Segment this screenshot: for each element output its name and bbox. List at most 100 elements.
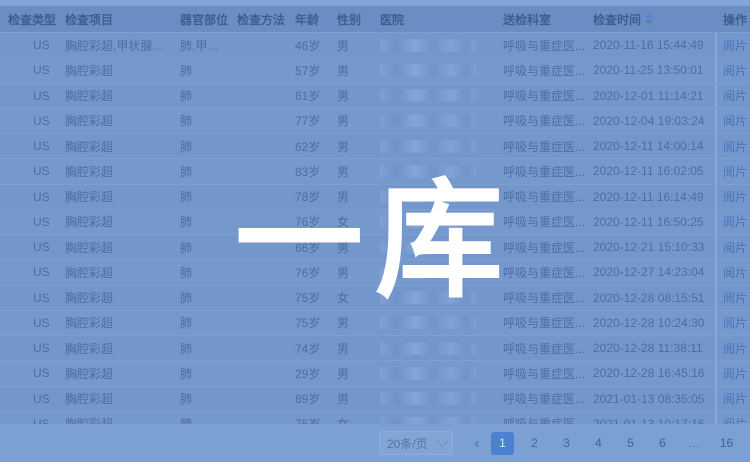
- table-row[interactable]: US 胸腔彩超 肺 78岁 男 呼吸与重症医... 2020-12-11 16:…: [0, 185, 750, 210]
- cell-action: 阅片: [715, 159, 750, 183]
- table-row[interactable]: US 胸腔彩超 肺 77岁 男 呼吸与重症医... 2020-12-04 19:…: [0, 109, 750, 134]
- pager-page-6[interactable]: 6: [651, 432, 674, 455]
- pagination-bar: 20条/页 ‹ 123456... 16: [0, 424, 750, 462]
- pager-ellipsis[interactable]: ...: [683, 432, 706, 455]
- view-images-link[interactable]: 阅片: [723, 314, 747, 331]
- cell-department: 呼吸与重症医...: [495, 112, 585, 129]
- cell-exam-item: 胸腔彩超: [57, 188, 172, 205]
- view-images-link[interactable]: 阅片: [723, 289, 747, 306]
- cell-exam-item: 胸腔彩超: [57, 138, 172, 155]
- cell-organ: 肺: [172, 138, 229, 155]
- cell-exam-item: 胸腔彩超: [57, 213, 172, 230]
- table-row[interactable]: US 胸腔彩超 肺 62岁 男 呼吸与重症医... 2020-12-11 14:…: [0, 134, 750, 159]
- pager-pages: 123456... 16: [491, 432, 738, 455]
- col-header-department: 送检科室: [495, 11, 585, 28]
- cell-exam-item: 胸腔彩超: [57, 87, 172, 104]
- table-row[interactable]: US 胸腔彩超 肺 57岁 男 呼吸与重症医... 2020-11-25 13:…: [0, 58, 750, 83]
- cell-age: 66岁: [287, 239, 329, 256]
- view-images-link[interactable]: 阅片: [723, 87, 747, 104]
- cell-hospital: [372, 316, 495, 329]
- cell-organ: 肺: [172, 264, 229, 281]
- cell-gender: 男: [329, 314, 372, 331]
- col-header-exam-type: 检查类型: [0, 11, 57, 28]
- view-images-link[interactable]: 阅片: [723, 62, 747, 79]
- pager-page-4[interactable]: 4: [587, 432, 610, 455]
- view-images-link[interactable]: 阅片: [723, 390, 747, 407]
- cell-action: 阅片: [715, 336, 750, 360]
- cell-exam-time: 2020-12-11 16:50:25: [585, 215, 715, 229]
- cell-exam-item: 胸腔彩超: [57, 314, 172, 331]
- view-images-link[interactable]: 阅片: [723, 112, 747, 129]
- cell-exam-time: 2020-12-11 16:02:05: [585, 164, 715, 178]
- cell-age: 62岁: [287, 138, 329, 155]
- pager-page-3[interactable]: 3: [555, 432, 578, 455]
- cell-exam-time: 2020-12-11 16:14:49: [585, 190, 715, 204]
- cell-age: 75岁: [287, 289, 329, 306]
- sort-caret-icon[interactable]: [645, 13, 653, 25]
- view-images-link[interactable]: 阅片: [723, 163, 747, 180]
- pager-page-5[interactable]: 5: [619, 432, 642, 455]
- table-row[interactable]: US 胸腔彩超 肺 76岁 男 呼吸与重症医... 2020-12-27 14:…: [0, 260, 750, 285]
- pager-page-2[interactable]: 2: [523, 432, 546, 455]
- cell-action: 阅片: [715, 84, 750, 108]
- page-size-select[interactable]: 20条/页: [379, 431, 453, 455]
- cell-exam-time: 2020-12-28 16:45:16: [585, 366, 715, 380]
- pager-page-1[interactable]: 1: [491, 432, 514, 455]
- cell-age: 74岁: [287, 340, 329, 357]
- cell-hospital: [372, 392, 495, 405]
- hospital-redacted-block: [380, 39, 476, 52]
- cell-exam-item: 胸腔彩超: [57, 264, 172, 281]
- cell-department: 呼吸与重症医...: [495, 239, 585, 256]
- cell-hospital: [372, 266, 495, 279]
- table-row[interactable]: US 胸腔彩超 肺 83岁 男 呼吸与重症医... 2020-12-11 16:…: [0, 159, 750, 184]
- view-images-link[interactable]: 阅片: [723, 213, 747, 230]
- cell-department: 呼吸与重症医...: [495, 188, 585, 205]
- cell-age: 77岁: [287, 112, 329, 129]
- table-row[interactable]: US 胸腔彩超 肺 75岁 女 呼吸与重症医... 2020-12-28 08:…: [0, 286, 750, 311]
- cell-exam-item: 胸腔彩超,甲状腺彩超: [57, 37, 172, 54]
- cell-department: 呼吸与重症医...: [495, 62, 585, 79]
- cell-action: 阅片: [715, 109, 750, 133]
- sort-descending-icon[interactable]: [645, 20, 653, 25]
- view-images-link[interactable]: 阅片: [723, 239, 747, 256]
- view-images-link[interactable]: 阅片: [723, 340, 747, 357]
- table-row[interactable]: US 胸腔彩超 肺 66岁 男 呼吸与重症医... 2020-12-21 15:…: [0, 235, 750, 260]
- cell-exam-time: 2020-12-28 11:38:11: [585, 341, 715, 355]
- cell-gender: 男: [329, 112, 372, 129]
- view-images-link[interactable]: 阅片: [723, 365, 747, 382]
- chevron-down-icon: [437, 436, 448, 447]
- cell-department: 呼吸与重症医...: [495, 264, 585, 281]
- table-row[interactable]: US 胸腔彩超 肺 89岁 男 呼吸与重症医... 2021-01-13 08:…: [0, 387, 750, 412]
- hospital-redacted-block: [380, 165, 476, 178]
- cell-hospital: [372, 190, 495, 203]
- cell-department: 呼吸与重症医...: [495, 365, 585, 382]
- pager-page-16[interactable]: 16: [715, 432, 738, 455]
- hospital-redacted-block: [380, 291, 476, 304]
- view-images-link[interactable]: 阅片: [723, 264, 747, 281]
- cell-action: 阅片: [715, 361, 750, 385]
- cell-exam-time: 2020-12-01 11:14:21: [585, 89, 715, 103]
- page-size-label: 20条/页: [387, 435, 428, 452]
- col-header-organ: 器官部位: [172, 11, 229, 28]
- cell-age: 46岁: [287, 37, 329, 54]
- table-row[interactable]: US 胸腔彩超 肺 76岁 女 呼吸与重症医... 2020-12-11 16:…: [0, 210, 750, 235]
- table-row[interactable]: US 胸腔彩超 肺 74岁 男 呼吸与重症医... 2020-12-28 11:…: [0, 336, 750, 361]
- cell-department: 呼吸与重症医...: [495, 87, 585, 104]
- cell-exam-type: US: [0, 139, 57, 153]
- sort-ascending-icon[interactable]: [645, 13, 653, 18]
- col-header-exam-time[interactable]: 检查时间: [585, 11, 715, 28]
- cell-hospital: [372, 140, 495, 153]
- view-images-link[interactable]: 阅片: [723, 188, 747, 205]
- cell-exam-type: US: [0, 190, 57, 204]
- table-row[interactable]: US 胸腔彩超 肺 75岁 男 呼吸与重症医... 2020-12-28 10:…: [0, 311, 750, 336]
- table-row[interactable]: US 胸腔彩超,甲状腺彩超 肺,甲状... 46岁 男 呼吸与重症医... 20…: [0, 33, 750, 58]
- table-row[interactable]: US 胸腔彩超 肺 29岁 男 呼吸与重症医... 2020-12-28 16:…: [0, 361, 750, 386]
- table-row[interactable]: US 胸腔彩超 肺 61岁 男 呼吸与重症医... 2020-12-01 11:…: [0, 84, 750, 109]
- view-images-link[interactable]: 阅片: [723, 37, 747, 54]
- cell-exam-item: 胸腔彩超: [57, 239, 172, 256]
- cell-exam-type: US: [0, 38, 57, 52]
- pager-prev-button[interactable]: ‹: [467, 432, 487, 455]
- cell-gender: 男: [329, 87, 372, 104]
- view-images-link[interactable]: 阅片: [723, 138, 747, 155]
- cell-department: 呼吸与重症医...: [495, 138, 585, 155]
